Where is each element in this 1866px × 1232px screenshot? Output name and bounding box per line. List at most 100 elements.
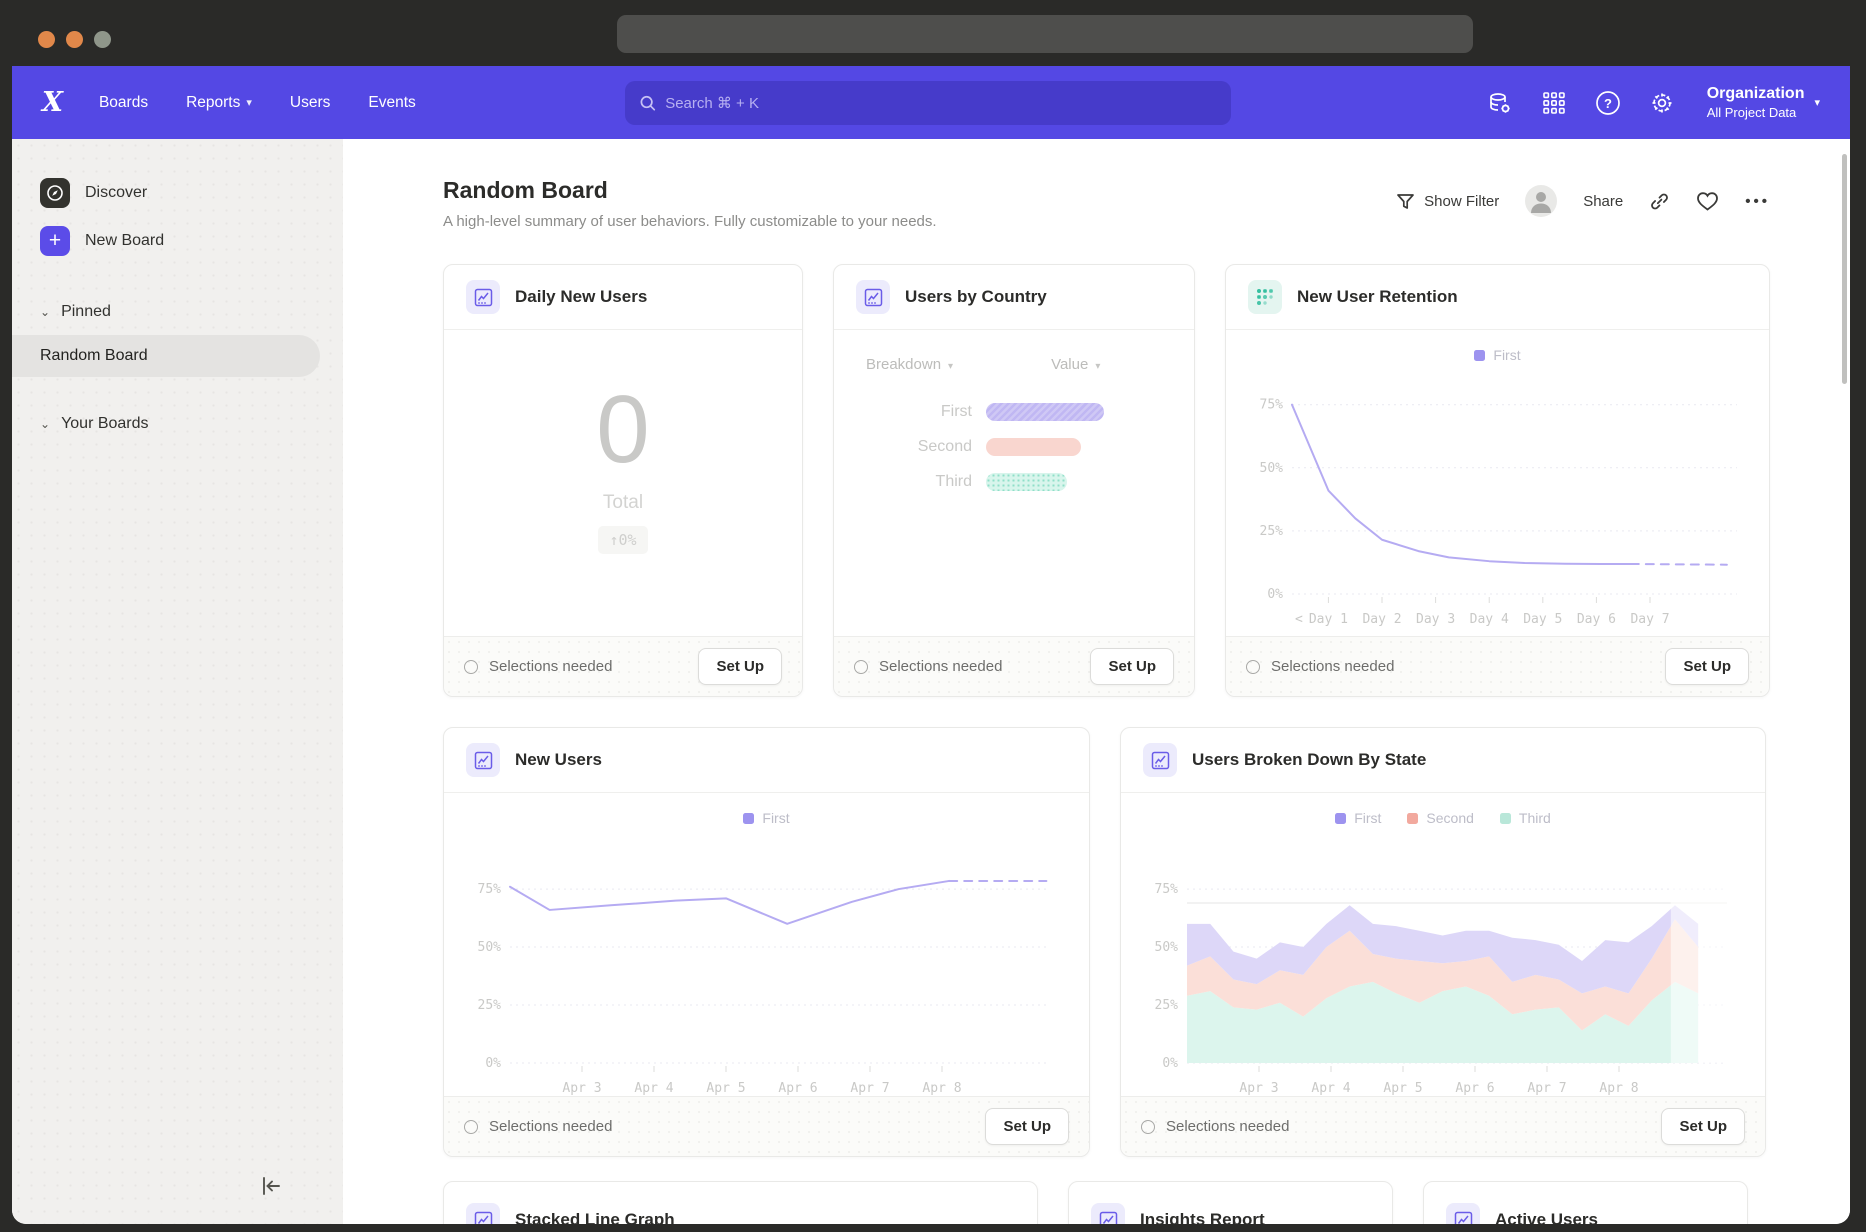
- svg-text:75%: 75%: [478, 882, 502, 897]
- nav-item-boards[interactable]: Boards: [99, 94, 148, 112]
- set-up-button[interactable]: Set Up: [985, 1108, 1069, 1145]
- sidebar-section-label: Your Boards: [61, 415, 148, 433]
- card-active-users: Active Users: [1423, 1181, 1748, 1224]
- svg-text:Apr 3: Apr 3: [562, 1081, 601, 1096]
- set-up-button[interactable]: Set Up: [1090, 648, 1174, 685]
- card-title: Daily New Users: [515, 287, 647, 307]
- chevron-down-icon: ▾: [246, 96, 252, 109]
- legend-item[interactable]: First: [1335, 810, 1381, 826]
- svg-text:Apr 4: Apr 4: [1311, 1081, 1350, 1096]
- legend-item[interactable]: Third: [1500, 810, 1551, 826]
- breakdown-dropdown[interactable]: Breakdown▾: [866, 356, 953, 373]
- sidebar-item-random-board[interactable]: Random Board: [12, 335, 320, 377]
- breakdown-bar[interactable]: [986, 403, 1104, 421]
- status-circle-icon: [464, 1120, 478, 1134]
- svg-text:Day 1: Day 1: [1309, 612, 1348, 627]
- sidebar-item-discover[interactable]: Discover: [12, 169, 343, 217]
- traffic-light-close[interactable]: [38, 31, 55, 48]
- chevron-down-icon: ⌄: [40, 417, 50, 431]
- person-icon: [1525, 185, 1557, 217]
- set-up-button[interactable]: Set Up: [1665, 648, 1749, 685]
- line-chart-icon: [1446, 1203, 1480, 1224]
- svg-text:Apr 8: Apr 8: [922, 1081, 961, 1096]
- legend-swatch-icon: [1335, 813, 1346, 824]
- svg-text:Apr 3: Apr 3: [1239, 1081, 1278, 1096]
- mixpanel-logo[interactable]: X: [42, 89, 63, 116]
- org-switcher[interactable]: Organization All Project Data ▾: [1707, 85, 1820, 120]
- svg-text:25%: 25%: [1155, 998, 1179, 1013]
- apps-grid-icon[interactable]: [1541, 90, 1567, 116]
- sidebar-section-pinned[interactable]: ⌄ Pinned: [12, 293, 343, 331]
- sidebar-section-your-boards[interactable]: ⌄ Your Boards: [12, 405, 343, 443]
- search-input[interactable]: [665, 95, 1217, 112]
- nav-item-users[interactable]: Users: [290, 94, 330, 112]
- breakdown-label: Second: [834, 438, 986, 456]
- card-title: New User Retention: [1297, 287, 1458, 307]
- card-title: New Users: [515, 750, 602, 770]
- chart-legend: First: [464, 805, 1069, 831]
- svg-text:0%: 0%: [1162, 1056, 1178, 1071]
- discover-compass-icon: [40, 178, 70, 208]
- data-management-icon[interactable]: [1487, 90, 1513, 116]
- scrollbar-thumb[interactable]: [1842, 154, 1847, 384]
- status-text: Selections needed: [1166, 1118, 1289, 1135]
- traffic-light-zoom[interactable]: [94, 31, 111, 48]
- svg-text:Apr 7: Apr 7: [1527, 1081, 1566, 1096]
- breakdown-bar-list: FirstSecondThird: [834, 403, 1194, 491]
- set-up-button[interactable]: Set Up: [698, 648, 782, 685]
- card-title: Users Broken Down By State: [1192, 750, 1426, 770]
- status-text: Selections needed: [489, 658, 612, 675]
- nav-item-events[interactable]: Events: [368, 94, 415, 112]
- value-dropdown[interactable]: Value▾: [1051, 356, 1100, 373]
- svg-text:Apr 7: Apr 7: [850, 1081, 889, 1096]
- card-stacked-line-graph: Stacked Line Graph: [443, 1181, 1038, 1224]
- avatar[interactable]: [1525, 185, 1557, 217]
- global-search[interactable]: [625, 81, 1231, 125]
- set-up-button[interactable]: Set Up: [1661, 1108, 1745, 1145]
- breakdown-bar[interactable]: [986, 438, 1081, 456]
- app-window: X Boards Reports▾ Users Events: [12, 66, 1850, 1224]
- filter-funnel-icon: [1396, 192, 1415, 211]
- nav-item-reports[interactable]: Reports▾: [186, 94, 252, 112]
- chevron-down-icon: ⌄: [40, 305, 50, 319]
- svg-text:50%: 50%: [478, 940, 502, 955]
- legend-item[interactable]: First: [1474, 347, 1520, 363]
- favorite-button[interactable]: [1696, 191, 1719, 212]
- status-circle-icon: [854, 660, 868, 674]
- plus-icon: +: [40, 226, 70, 256]
- help-icon[interactable]: ?: [1595, 90, 1621, 116]
- svg-text:Apr 5: Apr 5: [706, 1081, 745, 1096]
- url-bar[interactable]: [617, 15, 1473, 53]
- legend-item[interactable]: Second: [1407, 810, 1473, 826]
- browser-chrome: [0, 0, 1866, 66]
- legend-swatch-icon: [1474, 350, 1485, 361]
- status-text: Selections needed: [489, 1118, 612, 1135]
- svg-text:50%: 50%: [1155, 940, 1179, 955]
- card-daily-new-users: Daily New Users 0 Total ↑0%: [443, 264, 803, 697]
- traffic-light-minimize[interactable]: [66, 31, 83, 48]
- share-button[interactable]: Share: [1583, 193, 1623, 210]
- svg-text:75%: 75%: [1260, 398, 1284, 413]
- line-chart-icon: [1091, 1203, 1125, 1224]
- page-title: Random Board: [443, 177, 937, 204]
- by-state-chart: FirstSecondThird75%50%25%0%Apr 3Apr 4Apr…: [1121, 793, 1765, 1106]
- show-filter-button[interactable]: Show Filter: [1396, 192, 1499, 211]
- show-filter-label: Show Filter: [1424, 193, 1499, 210]
- breakdown-label: First: [834, 403, 986, 421]
- collapse-sidebar-button[interactable]: [259, 1175, 283, 1202]
- new-users-chart: First75%50%25%0%Apr 3Apr 4Apr 5Apr 6Apr …: [444, 793, 1089, 1106]
- settings-gear-icon[interactable]: [1649, 90, 1675, 116]
- heart-icon: [1696, 191, 1719, 212]
- legend-item[interactable]: First: [743, 810, 789, 826]
- breakdown-bar[interactable]: [986, 473, 1067, 491]
- chart-legend: First Second Third: [1141, 805, 1745, 831]
- copy-link-button[interactable]: [1649, 191, 1670, 212]
- more-options-button[interactable]: •••: [1745, 193, 1770, 210]
- sidebar-item-new-board[interactable]: + New Board: [12, 217, 343, 265]
- breakdown-row: First: [834, 403, 1194, 421]
- page-subtitle: A high-level summary of user behaviors. …: [443, 213, 937, 230]
- org-name: Organization: [1707, 85, 1805, 103]
- svg-text:Apr 6: Apr 6: [778, 1081, 817, 1096]
- sidebar-item-label: Random Board: [40, 347, 148, 364]
- chart-legend: First: [1246, 342, 1749, 368]
